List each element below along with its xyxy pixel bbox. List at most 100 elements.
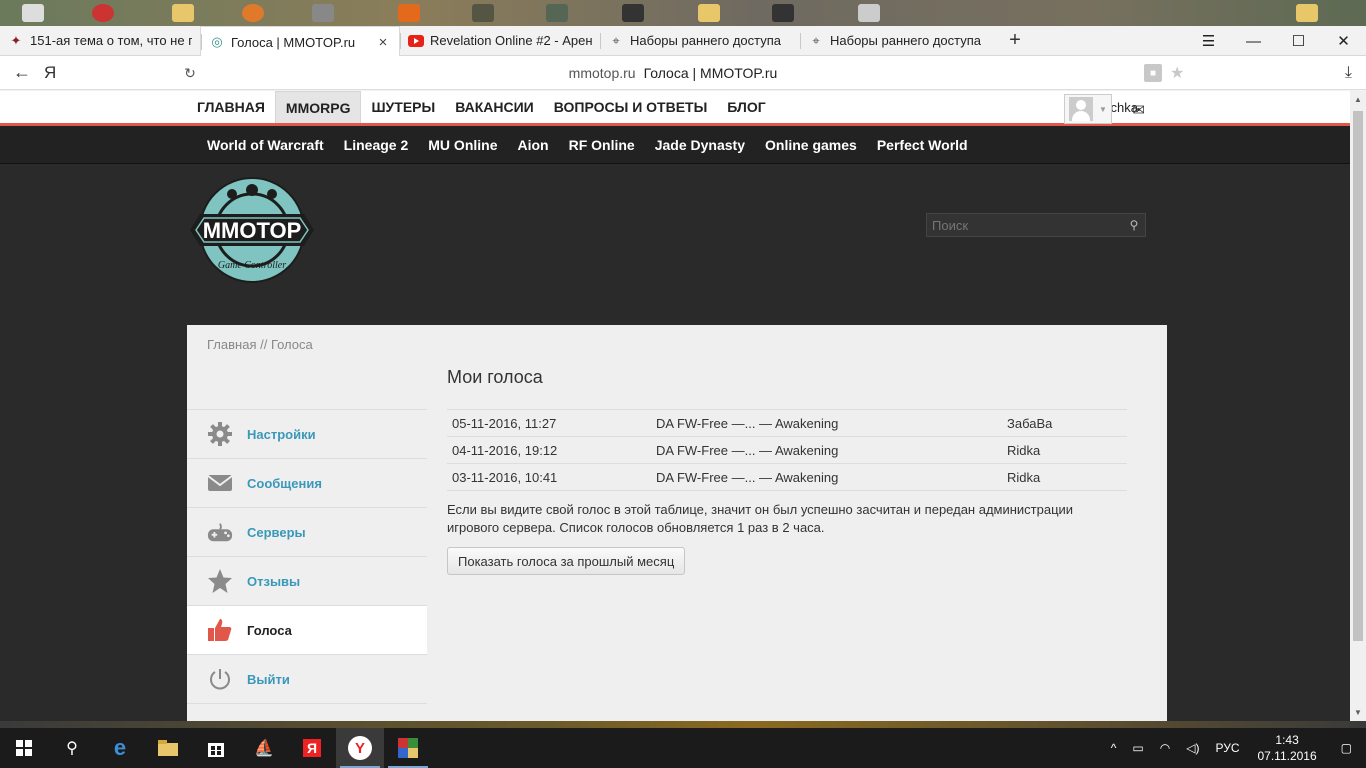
sidebar-item-logout[interactable]: Выйти [187, 655, 427, 704]
search-input[interactable] [927, 217, 1123, 233]
breadcrumb-separator: // [256, 337, 271, 352]
sidebar-item-settings[interactable]: Настройки [187, 410, 427, 459]
clock-time: 1:43 [1275, 733, 1299, 747]
thumbs-up-icon [207, 617, 233, 643]
chevron-down-icon: ▼ [1099, 104, 1107, 114]
show-last-month-button[interactable]: Показать голоса за прошлый месяц [447, 547, 686, 575]
file-explorer-icon[interactable] [144, 728, 192, 768]
desktop-icon[interactable] [772, 4, 794, 22]
page-scrollbar[interactable]: ▲ ▼ [1350, 91, 1366, 721]
tab-mmotop-votes[interactable]: ◎ Голоса | MMOTOP.ru × [200, 26, 400, 57]
vote-server: DA FW-Free —... — Awakening [656, 469, 839, 485]
search-icon[interactable]: ⚲ [48, 728, 96, 768]
desktop-icon[interactable] [92, 4, 114, 22]
sidebar-item-votes[interactable]: Голоса [187, 606, 427, 655]
sidebar-item-servers[interactable]: Серверы [187, 508, 427, 557]
star-icon [207, 568, 233, 594]
menu-item-mmorpg[interactable]: MMORPG [274, 91, 362, 123]
tab-forum[interactable]: ✦ 151-ая тема о том, что не п [0, 26, 200, 55]
tab-title: Голоса | MMOTOP.ru [231, 34, 356, 50]
search-icon[interactable]: ⚲ [1123, 218, 1145, 232]
lock-icon[interactable]: ■ [1144, 64, 1162, 82]
edge-browser-icon[interactable]: e [96, 728, 144, 768]
yandex-app-icon[interactable]: Я [288, 728, 336, 768]
desktop-icon[interactable] [858, 4, 880, 22]
wifi-icon[interactable]: ◠ [1152, 741, 1178, 755]
close-tab-icon[interactable]: × [375, 34, 391, 51]
menu-item-vacancies[interactable]: ВАКАНСИИ [445, 91, 544, 123]
store-icon[interactable] [192, 728, 240, 768]
desktop-icon[interactable] [546, 4, 568, 22]
menu-item-blog[interactable]: БЛОГ [717, 91, 775, 123]
notifications-icon[interactable]: ▢ [1327, 741, 1366, 755]
menu-item-home[interactable]: ГЛАВНАЯ [187, 91, 275, 123]
scroll-down-icon[interactable]: ▼ [1350, 708, 1366, 717]
download-icon[interactable]: ⤓ [1345, 64, 1352, 82]
new-tab-button[interactable]: + [1000, 26, 1030, 55]
game-link[interactable]: Perfect World [867, 126, 978, 164]
game-link[interactable]: Jade Dynasty [645, 126, 755, 164]
url-domain: mmotop.ru [568, 65, 636, 81]
desktop-icon[interactable] [622, 4, 644, 22]
folder-icon[interactable] [1296, 4, 1318, 22]
gear-icon [207, 421, 233, 447]
scroll-up-icon[interactable]: ▲ [1350, 95, 1366, 104]
account-menu: Настройки Сообщения Серверы Отзывы Голос… [187, 409, 427, 704]
breadcrumb-home[interactable]: Главная [207, 337, 256, 352]
folder-icon[interactable] [172, 4, 194, 22]
mmotop-logo[interactable]: MMOTOP Game Controller [188, 174, 316, 286]
bookmark-star-icon[interactable]: ★ [1170, 63, 1190, 83]
sidebar-item-reviews[interactable]: Отзывы [187, 557, 427, 606]
avatar-dropdown[interactable]: ▼ [1064, 94, 1112, 124]
reload-icon[interactable]: ↻ [178, 65, 202, 82]
vote-date: 03-11-2016, 10:41 [452, 469, 558, 485]
minimize-icon[interactable]: — [1231, 26, 1276, 56]
url-field[interactable]: ↻ mmotop.ru Голоса | MMOTOP.ru ■ ★ [178, 59, 1190, 87]
yandex-logo-icon[interactable]: Я [44, 63, 68, 83]
sidebar-item-messages[interactable]: Сообщения [187, 459, 427, 508]
game-link[interactable]: World of Warcraft [197, 126, 334, 164]
desktop-icon[interactable] [22, 4, 44, 22]
windows-start-icon[interactable] [0, 728, 48, 768]
menu-icon[interactable]: ☰ [1186, 26, 1231, 56]
desktop-icon[interactable] [398, 4, 420, 22]
menu-item-qa[interactable]: ВОПРОСЫ И ОТВЕТЫ [544, 91, 718, 123]
gamepad-icon [207, 519, 233, 545]
tab-youtube[interactable]: Revelation Online #2 - Арен [400, 26, 600, 55]
taskbar: ⚲ e ⛵ Я Y ^ ▭ ◠ ◁) РУС 1:43 07.11.2016 ▢ [0, 728, 1366, 768]
maximize-icon[interactable]: ☐ [1276, 26, 1321, 56]
search-box: ⚲ [926, 213, 1146, 237]
game-app-icon[interactable]: ⛵ [240, 728, 288, 768]
language-indicator[interactable]: РУС [1207, 741, 1247, 755]
game-link[interactable]: Online games [755, 126, 867, 164]
close-window-icon[interactable]: ✕ [1321, 26, 1366, 56]
game-link[interactable]: MU Online [418, 126, 507, 164]
crosshair-favicon-icon: ⌖ [612, 32, 620, 48]
tab-early-access-1[interactable]: ⌖ Наборы раннего доступа [600, 26, 800, 55]
game-nav: World of Warcraft Lineage 2 MU Online Ai… [0, 126, 1350, 164]
winrar-icon[interactable] [384, 728, 432, 768]
desktop-icon[interactable] [242, 4, 264, 22]
game-link[interactable]: Aion [508, 126, 559, 164]
menu-item-shooters[interactable]: ШУТЕРЫ [361, 91, 445, 123]
volume-icon[interactable]: ◁) [1178, 741, 1207, 755]
desktop-icon[interactable] [472, 4, 494, 22]
envelope-icon[interactable]: ✉ [1132, 101, 1145, 119]
game-link[interactable]: Lineage 2 [334, 126, 419, 164]
folder-icon[interactable] [698, 4, 720, 22]
scrollbar-thumb[interactable] [1353, 111, 1363, 641]
back-arrow-icon[interactable]: ← [0, 62, 44, 83]
chevron-up-icon[interactable]: ^ [1103, 741, 1125, 755]
desktop-icon[interactable] [312, 4, 334, 22]
vote-user: Ridka [1007, 469, 1041, 485]
yandex-browser-icon[interactable]: Y [336, 728, 384, 768]
battery-icon[interactable]: ▭ [1124, 741, 1151, 755]
game-link[interactable]: RF Online [559, 126, 645, 164]
table-row: 03-11-2016, 10:41 DA FW-Free —... — Awak… [447, 464, 1127, 491]
clock[interactable]: 1:43 07.11.2016 [1247, 732, 1326, 764]
tab-early-access-2[interactable]: ⌖ Наборы раннего доступа [800, 26, 1000, 55]
sidebar-item-label: Выйти [247, 671, 290, 687]
logo-text: MMOTOP [203, 218, 302, 243]
url-text[interactable]: mmotop.ru Голоса | MMOTOP.ru [202, 65, 1144, 81]
game-favicon-icon: ✦ [10, 32, 22, 48]
